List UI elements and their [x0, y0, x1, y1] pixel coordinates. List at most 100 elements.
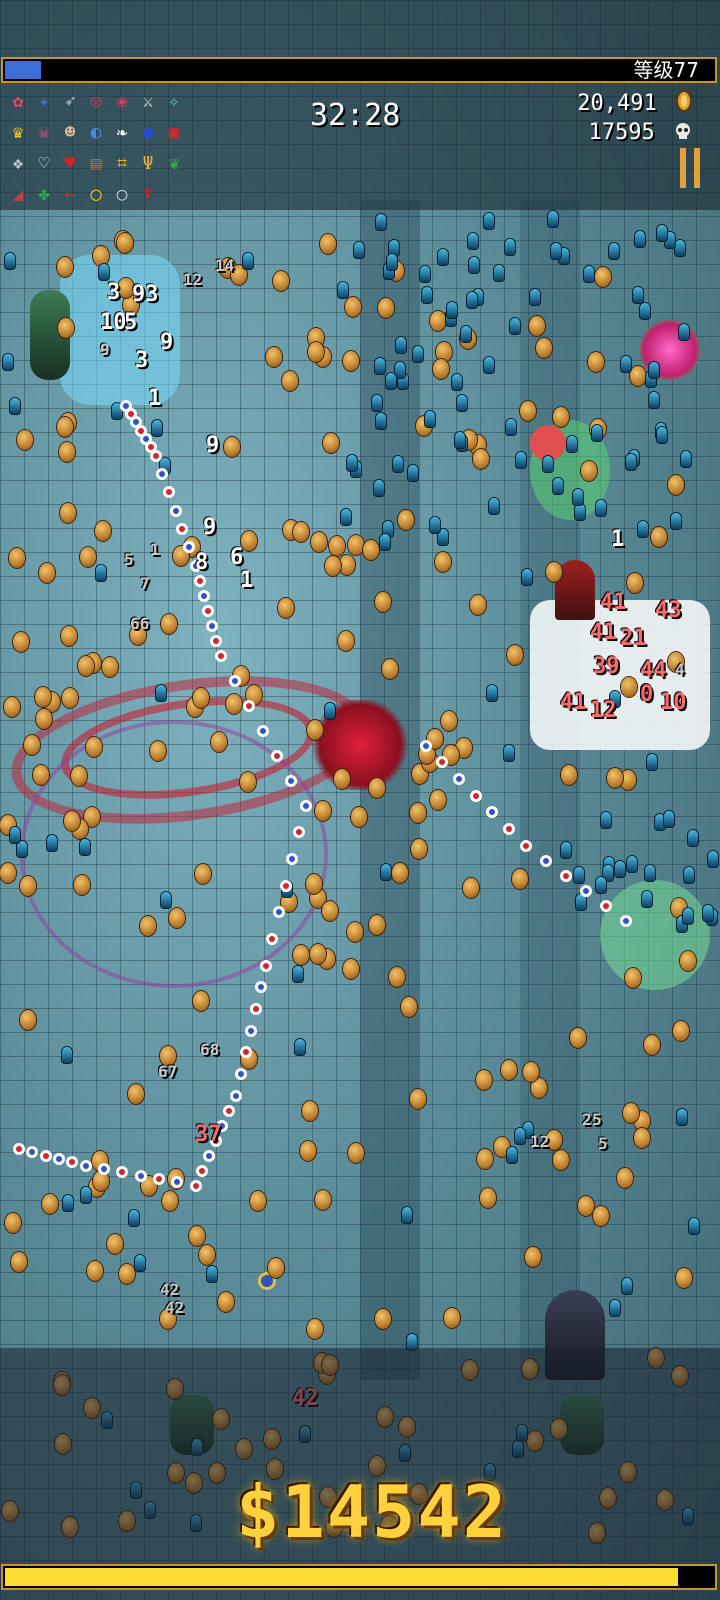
gold-coin	[525, 1247, 541, 1267]
gold-coin	[193, 688, 209, 708]
damage-number: 41	[600, 590, 627, 615]
gold-coin	[189, 1226, 205, 1246]
experience-gem	[376, 413, 386, 429]
damage-number: 9	[206, 433, 220, 458]
rosary-bead-projectile	[243, 700, 255, 712]
cake-icon: ▤	[90, 153, 102, 174]
skull-icon	[674, 121, 692, 146]
rosary-bead-projectile	[53, 1153, 65, 1165]
gold-coin	[529, 316, 545, 336]
rosary-bead-projectile	[206, 620, 218, 632]
floor-stripe	[520, 200, 580, 1380]
experience-gem	[684, 867, 694, 883]
experience-gem	[408, 465, 418, 481]
gold-coin	[35, 687, 51, 707]
spear-icon: ➶	[64, 91, 76, 112]
arrow-left-icon: ←	[64, 184, 76, 205]
experience-gem	[689, 1218, 699, 1234]
gold-coin	[117, 233, 133, 253]
gold-coin	[322, 901, 338, 921]
rosary-bead-projectile	[40, 1150, 52, 1162]
experience-gem	[510, 318, 520, 334]
rosary-bead-projectile	[194, 575, 206, 587]
gold-coin	[42, 1194, 58, 1214]
experience-gem	[683, 908, 693, 924]
gold-coin	[57, 257, 73, 277]
gold-coin	[348, 535, 364, 555]
gold-coin	[334, 769, 350, 789]
gold-coin	[351, 807, 367, 827]
experience-gem	[156, 685, 166, 701]
pause-button[interactable]	[680, 148, 702, 188]
experience-gem	[567, 436, 577, 452]
experience-gem	[596, 500, 606, 516]
experience-gem	[640, 303, 650, 319]
rosary-bead-projectile	[245, 1025, 257, 1037]
ring-icon: ◐	[90, 122, 102, 143]
damage-number: 10	[100, 310, 127, 335]
gold-coin	[226, 694, 242, 714]
gold-coin	[382, 659, 398, 679]
gold-coin	[224, 437, 240, 457]
damage-number: 3	[107, 280, 121, 305]
experience-gem	[664, 811, 674, 827]
gold-counter: 20,491	[577, 90, 692, 118]
level-label: 等级77	[633, 58, 699, 82]
gold-coin	[273, 271, 289, 291]
wand-icon: ✧	[168, 91, 180, 112]
skull-mask-icon: ☠	[38, 122, 50, 143]
experience-gem	[679, 324, 689, 340]
gold-coin	[470, 595, 486, 615]
gold-coin	[13, 632, 29, 652]
coin-icon	[676, 90, 692, 118]
gold-coin	[673, 1021, 689, 1041]
experience-gem	[543, 456, 553, 472]
rosary-bead-projectile	[271, 750, 283, 762]
experience-gem	[484, 213, 494, 229]
gold-coin	[86, 737, 102, 757]
damage-number: 42	[165, 1298, 185, 1317]
heart-outline-icon: ♡	[38, 153, 50, 174]
gold-coin	[651, 527, 667, 547]
gold-coin	[266, 347, 282, 367]
gold-coin	[621, 677, 637, 697]
gold-coin	[476, 1070, 492, 1090]
gold-coin	[78, 656, 94, 676]
gold-coin	[581, 461, 597, 481]
gold-coin	[241, 531, 257, 551]
gold-coin	[93, 246, 109, 266]
bottom-progress-fill	[5, 1568, 678, 1586]
experience-gem	[708, 851, 718, 867]
experience-gem	[354, 242, 364, 258]
gold-coin	[293, 945, 309, 965]
rosary-bead-projectile	[280, 880, 292, 892]
rosary-bead-projectile	[176, 523, 188, 535]
leaf-icon: ❦	[168, 153, 180, 174]
rosary-bead-projectile	[153, 1173, 165, 1185]
gold-coin	[536, 338, 552, 358]
gold-coin	[107, 1234, 123, 1254]
gold-coin	[193, 991, 209, 1011]
gold-coin	[680, 951, 696, 971]
experience-gem	[615, 861, 625, 877]
rosary-bead-projectile	[198, 590, 210, 602]
gold-coin	[119, 1264, 135, 1284]
rosary-bead-projectile	[420, 740, 432, 752]
face-icon: ☻	[64, 122, 76, 143]
experience-gem	[609, 243, 619, 259]
purple-ring-effect	[20, 720, 328, 988]
experience-gem	[387, 254, 397, 270]
rosary-bead-projectile	[235, 1068, 247, 1080]
gold-coin	[401, 997, 417, 1017]
gold-coin	[218, 1292, 234, 1312]
gold-coin	[240, 772, 256, 792]
experience-gem	[677, 1109, 687, 1125]
green-magic-effect	[600, 880, 710, 990]
gold-coin	[369, 778, 385, 798]
experience-gem	[386, 373, 396, 389]
gold-coin	[162, 1191, 178, 1211]
damage-number: 93	[132, 282, 159, 307]
gold-coin	[302, 1101, 318, 1121]
flower-weapon-icon: ✿	[12, 91, 24, 112]
damage-number: 3	[135, 348, 149, 373]
